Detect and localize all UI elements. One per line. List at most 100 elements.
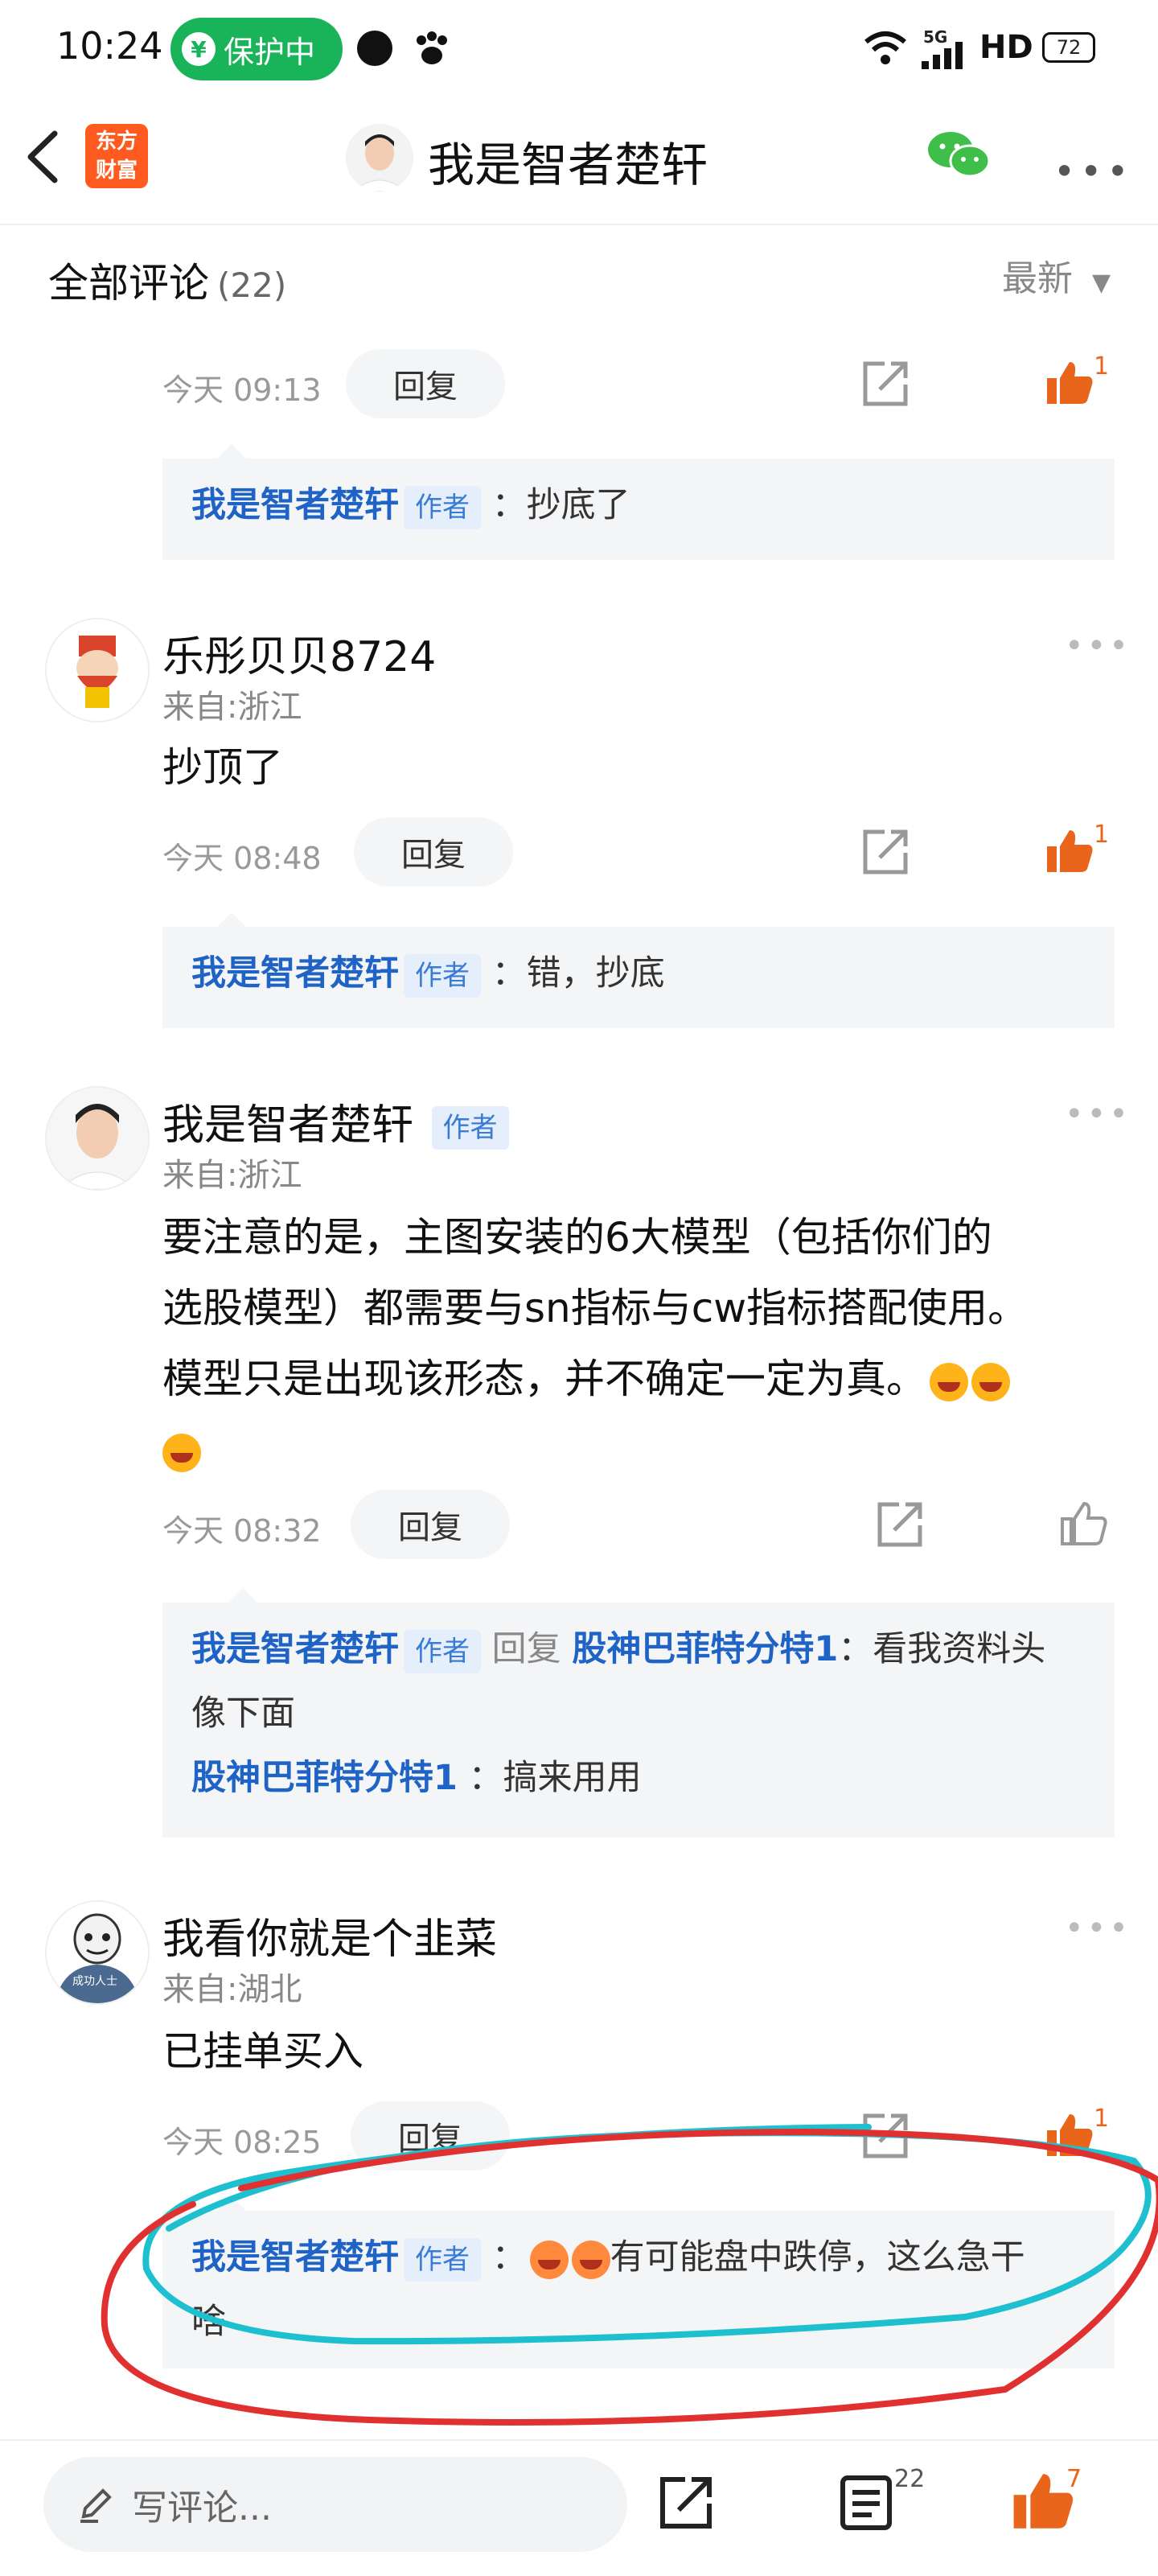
- share-icon[interactable]: [658, 2475, 716, 2531]
- laughing-emoji-icon: [930, 1362, 968, 1401]
- comments-list-icon[interactable]: [840, 2475, 894, 2531]
- signal-icon: [922, 42, 963, 69]
- like-count: 1: [1094, 821, 1110, 849]
- comment-text: 已挂单买入: [162, 2028, 363, 2075]
- sort-dropdown[interactable]: 最新 ▼: [1002, 249, 1111, 301]
- reply-entry: 股神巴菲特分特1 ：搞来用用: [191, 1746, 1086, 1810]
- hd-label: HD: [979, 29, 1033, 66]
- comments-header: 全部评论 (22): [48, 251, 286, 309]
- more-menu-icon[interactable]: •••: [1053, 150, 1133, 193]
- reply-button-label: 回复: [398, 1509, 462, 1546]
- protect-label: 保护中: [224, 34, 316, 70]
- reply-target[interactable]: 股神巴菲特分特1: [572, 1629, 838, 1669]
- wechat-share-icon[interactable]: [926, 129, 992, 182]
- write-comment-input[interactable]: 写评论...: [43, 2457, 627, 2552]
- avatar[interactable]: 成功人士: [45, 1900, 150, 2005]
- share-icon[interactable]: [860, 827, 912, 877]
- comment-text-line: 模型只是出现该形态，并不确定一定为真。: [162, 1344, 1111, 1414]
- like-filled-icon[interactable]: [1045, 360, 1094, 405]
- reply-text: ：搞来用用: [468, 1758, 642, 1798]
- comment-more-icon[interactable]: •••: [1065, 628, 1131, 665]
- battery-level: 72: [1056, 36, 1082, 59]
- comments-title: 全部评论: [48, 260, 209, 307]
- notification-dot-icon: [357, 31, 392, 66]
- author-badge: 作者: [431, 1106, 509, 1150]
- commenter-name-text: 我是智者楚轩: [162, 1101, 414, 1150]
- protect-badge: ¥ 保护中: [170, 18, 343, 80]
- back-arrow-icon[interactable]: [19, 129, 68, 185]
- avatar[interactable]: [45, 1086, 150, 1191]
- comment-text-line: 要注意的是，主图安装的6大模型（包括你们的: [162, 1214, 992, 1261]
- author-badge: 作者: [404, 485, 481, 529]
- comment-time: 今天 09:13: [162, 372, 322, 408]
- share-icon[interactable]: [860, 359, 912, 409]
- reply-button-label: 回复: [393, 368, 458, 405]
- app-logo[interactable]: 东方 财富: [85, 124, 148, 188]
- app-logo-line1: 东方: [95, 130, 138, 154]
- caret-down-icon: ▼: [1092, 269, 1111, 297]
- comment-more-icon[interactable]: •••: [1065, 1096, 1131, 1133]
- battery-icon: 72: [1042, 32, 1095, 63]
- comment-text-line: 选股模型）都需要与sn指标与cw指标搭配使用。: [162, 1285, 1029, 1331]
- status-time: 10:24: [56, 24, 163, 68]
- reply-button[interactable]: 回复: [351, 1490, 510, 1559]
- comment-text-segment: 模型只是出现该形态，并不确定一定为真。: [162, 1356, 926, 1402]
- comment-text-line: [162, 1414, 1111, 1485]
- commenter-name[interactable]: 我是智者楚轩 作者: [162, 1091, 509, 1151]
- reply-box: 我是智者楚轩 作者 回复 股神巴菲特分特1：看我资料头 像下面 股神巴菲特分特1 …: [162, 1603, 1115, 1837]
- reply-box-pointer: [227, 1588, 259, 1604]
- like-outline-icon[interactable]: [1060, 1501, 1108, 1546]
- pencil-icon: [80, 2488, 112, 2523]
- like-count: 1: [1094, 352, 1110, 381]
- comment-text: 抄顶了: [162, 744, 283, 791]
- total-like-count: 7: [1066, 2465, 1082, 2493]
- reply-author[interactable]: 我是智者楚轩: [191, 1629, 399, 1669]
- laughing-emoji-icon: [971, 1362, 1010, 1401]
- comment-more-icon[interactable]: •••: [1065, 1910, 1131, 1947]
- reply-author[interactable]: 股神巴菲特分特1: [191, 1758, 458, 1798]
- share-icon[interactable]: [875, 1500, 926, 1549]
- reply-author[interactable]: 我是智者楚轩: [191, 953, 399, 994]
- reply-box-pointer: [216, 444, 248, 460]
- avatar[interactable]: [45, 618, 150, 722]
- sort-label: 最新: [1002, 258, 1073, 299]
- page-title: 我是智者楚轩: [428, 138, 708, 192]
- write-comment-placeholder: 写评论...: [132, 2488, 272, 2529]
- author-badge: 作者: [404, 953, 481, 998]
- comments-count: (22): [217, 265, 287, 305]
- author-badge: 作者: [404, 1629, 481, 1673]
- laughing-emoji-icon: [162, 1433, 201, 1472]
- reply-box: 我是智者楚轩 作者 ：错，抄底: [162, 927, 1115, 1028]
- commenter-location: 来自:浙江: [162, 1157, 302, 1194]
- avatar-caption: 成功人士: [72, 1975, 117, 1988]
- reply-text: ：看我资料头: [838, 1629, 1046, 1669]
- reply-text: ：错，抄底: [491, 953, 665, 994]
- annotation-scribble: [101, 2124, 1158, 2426]
- reply-text: ：抄底了: [491, 485, 630, 525]
- comment-time: 今天 08:32: [162, 1513, 322, 1549]
- comment-time: 今天 08:48: [162, 841, 322, 876]
- app-logo-line2: 财富: [95, 158, 138, 183]
- commenter-name[interactable]: 乐彤贝贝8724: [162, 623, 436, 683]
- status-bar: 10:24 ¥ 保护中 5G HD 72: [0, 0, 1158, 97]
- reply-button-label: 回复: [401, 837, 466, 874]
- reply-box: 我是智者楚轩 作者 ：抄底了: [162, 459, 1115, 560]
- reply-word: 回复: [491, 1629, 561, 1669]
- reply-author[interactable]: 我是智者楚轩: [191, 485, 399, 525]
- commenter-location: 来自:湖北: [162, 1971, 302, 2008]
- commenter-location: 来自:浙江: [162, 689, 302, 726]
- reply-button[interactable]: 回复: [346, 349, 505, 418]
- comment-text: 要注意的是，主图安装的6大模型（包括你们的 选股模型）都需要与sn指标与cw指标…: [162, 1202, 1111, 1485]
- header-avatar[interactable]: [346, 124, 413, 191]
- wifi-icon: [864, 31, 906, 64]
- reply-text-line: 像下面: [191, 1693, 295, 1734]
- commenter-name[interactable]: 我看你就是个韭菜: [162, 1905, 497, 1965]
- comments-total-count: 22: [894, 2465, 926, 2493]
- reply-button[interactable]: 回复: [354, 817, 513, 887]
- shield-icon: ¥: [182, 32, 216, 66]
- like-filled-icon[interactable]: [1045, 829, 1094, 874]
- paw-icon: [417, 31, 447, 64]
- reply-box-pointer: [216, 912, 248, 928]
- reply-entry: 我是智者楚轩 作者 回复 股神巴菲特分特1：看我资料头 像下面: [191, 1617, 1086, 1746]
- like-filled-icon[interactable]: [1012, 2471, 1074, 2531]
